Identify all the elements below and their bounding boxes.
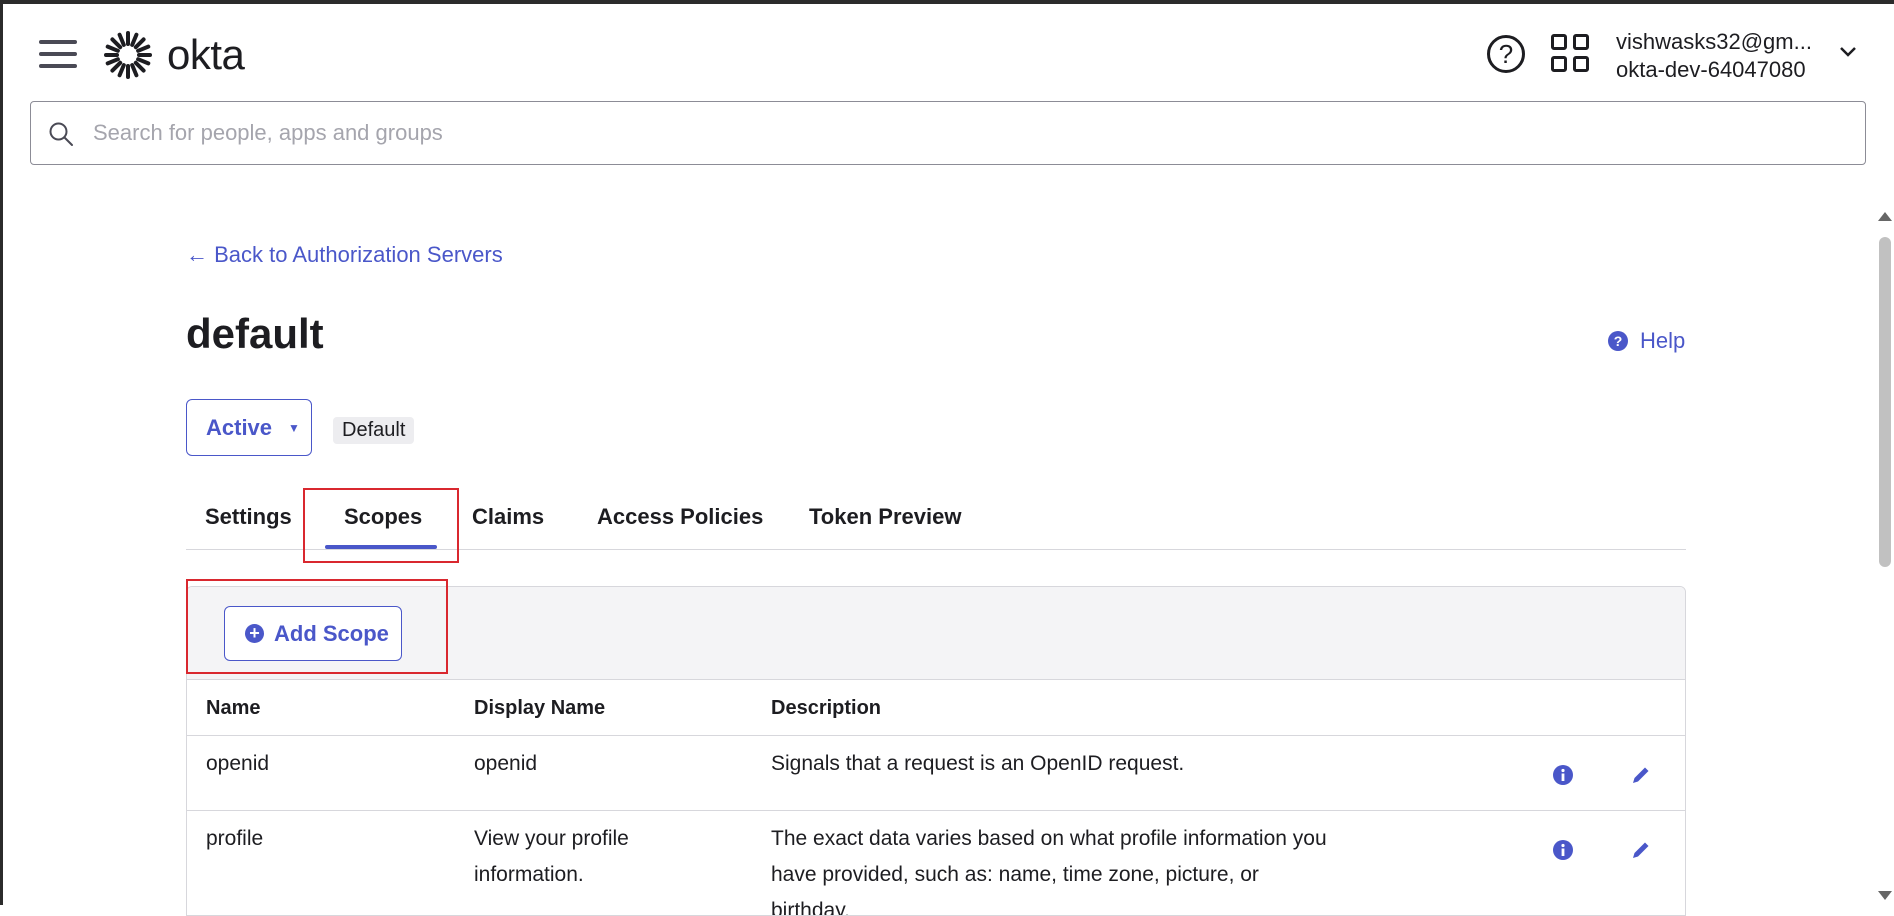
menu-icon[interactable] <box>39 40 77 70</box>
scope-name: profile <box>206 827 264 850</box>
caret-down-icon: ▼ <box>288 420 300 435</box>
help-icon[interactable]: ? <box>1487 35 1525 73</box>
scroll-up-arrow-icon[interactable] <box>1878 212 1892 221</box>
tab-token-preview[interactable]: Token Preview <box>809 504 961 530</box>
help-label: Help <box>1640 328 1686 353</box>
status-label: Active <box>206 414 273 440</box>
scope-description: The exact data varies based on what prof… <box>771 827 1327 916</box>
help-link[interactable]: ? Help <box>1608 328 1685 354</box>
search-icon <box>49 122 73 146</box>
column-header-description: Description <box>771 697 882 719</box>
table-row: profile View your profile information. T… <box>187 811 1685 916</box>
scope-name: openid <box>206 752 270 775</box>
page-title: default <box>186 310 324 357</box>
search-bar <box>30 101 1866 165</box>
table-header: Name Display Name Description <box>187 680 1685 736</box>
default-badge: Default <box>333 417 415 444</box>
table-row: openid openid Signals that a request is … <box>187 736 1685 811</box>
user-menu[interactable]: vishwasks32@gm... okta-dev-64047080 <box>1616 28 1812 84</box>
chevron-down-icon[interactable] <box>1838 42 1858 62</box>
column-header-display-name: Display Name <box>474 697 606 719</box>
tab-access-policies[interactable]: Access Policies <box>597 504 763 530</box>
logo-text: okta <box>167 31 245 78</box>
highlight-box-add-scope <box>186 579 448 674</box>
scope-display-name: View your profile information. <box>474 827 629 886</box>
okta-logo[interactable]: okta <box>103 30 245 80</box>
scrollbar-thumb[interactable] <box>1879 237 1891 567</box>
apps-grid-icon[interactable] <box>1551 34 1591 74</box>
scroll-down-arrow-icon[interactable] <box>1878 891 1892 900</box>
tab-claims[interactable]: Claims <box>472 504 544 530</box>
info-icon[interactable] <box>1552 764 1574 786</box>
top-bar: okta ? vishwasks32@gm... okta-dev-640470… <box>3 4 1894 104</box>
search-input[interactable] <box>91 112 1831 154</box>
scope-display-name: openid <box>474 752 538 775</box>
edit-pencil-icon[interactable] <box>1630 764 1652 786</box>
column-header-name: Name <box>206 697 261 719</box>
scope-description: Signals that a request is an OpenID requ… <box>771 752 1185 775</box>
info-icon[interactable] <box>1552 839 1574 861</box>
help-circle-icon: ? <box>1608 331 1628 351</box>
org-name: okta-dev-64047080 <box>1616 57 1806 82</box>
page-scrollbar[interactable] <box>1875 209 1894 909</box>
user-email: vishwasks32@gm... <box>1616 29 1812 54</box>
okta-sunburst-icon <box>104 31 152 79</box>
status-dropdown[interactable]: Active ▼ <box>186 399 312 456</box>
back-to-authorization-servers-link[interactable]: ← Back to Authorization Servers <box>186 242 503 268</box>
highlight-box-scopes-tab <box>303 488 459 563</box>
edit-pencil-icon[interactable] <box>1630 839 1652 861</box>
tab-settings[interactable]: Settings <box>205 504 292 530</box>
